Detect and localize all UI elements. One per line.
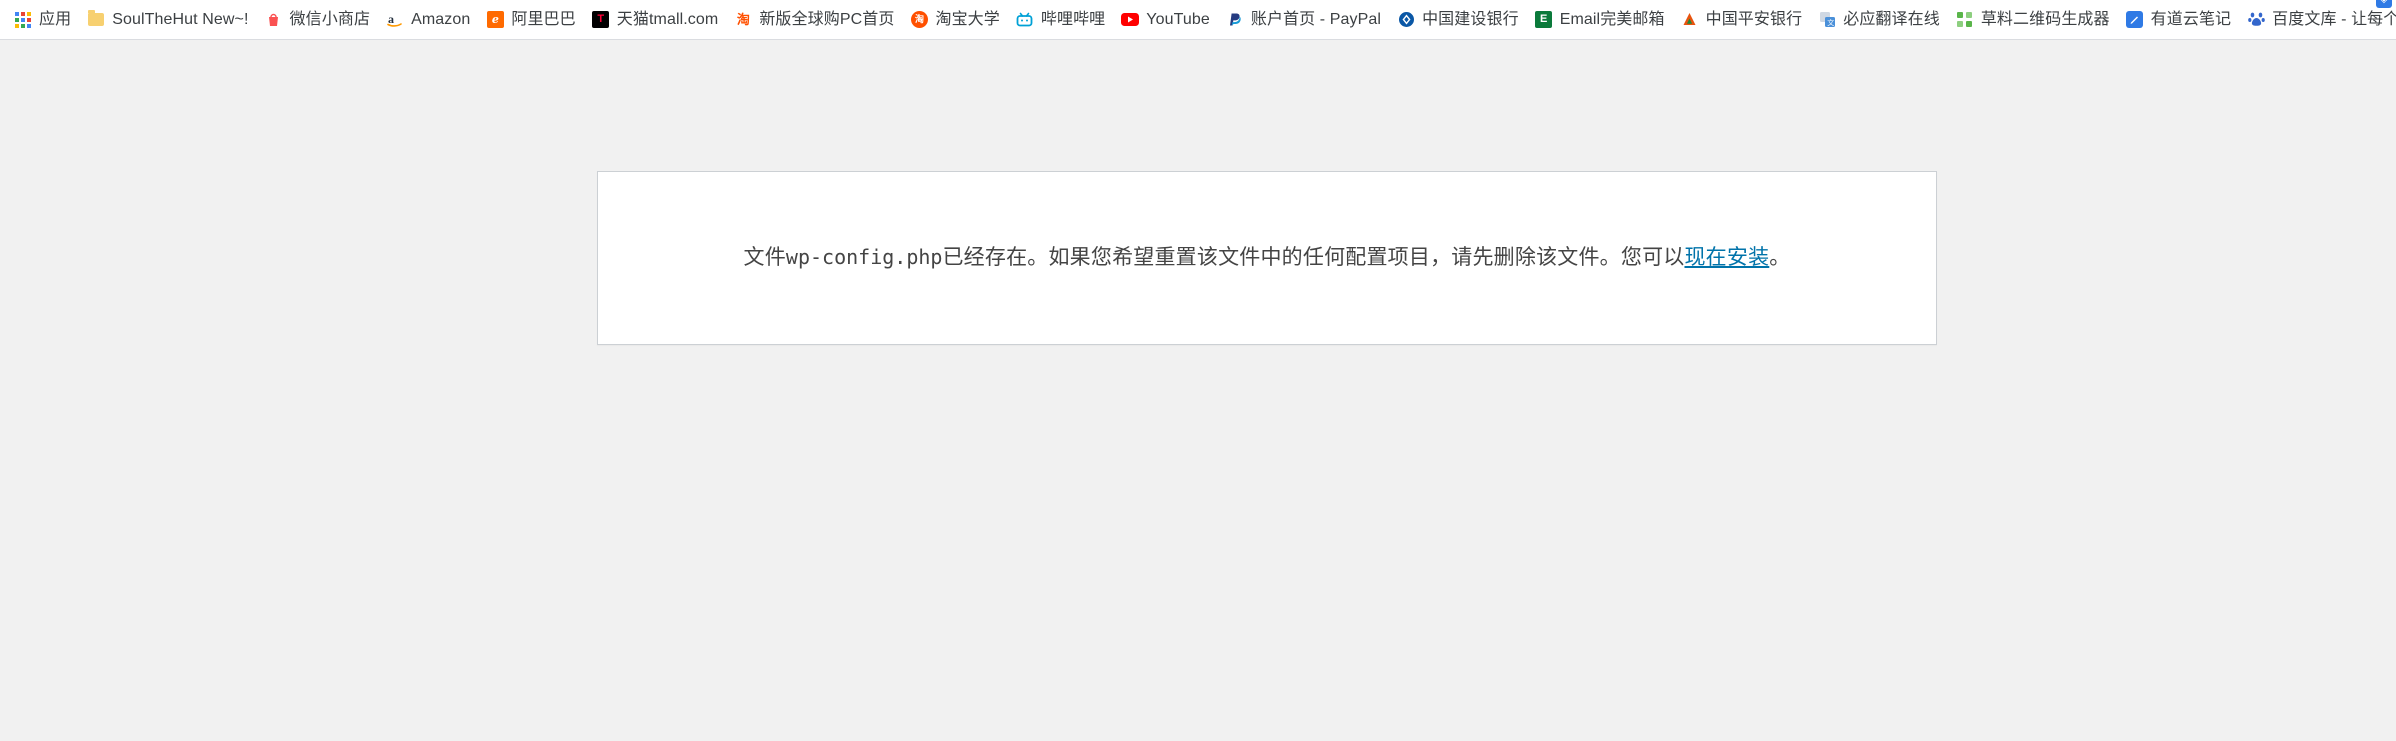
- bookmark-label: 百度文库 - 让每个...: [2272, 10, 2396, 28]
- svg-text:a: a: [388, 12, 394, 26]
- taobao-university-icon: 淘: [910, 11, 928, 29]
- bookmark-item[interactable]: 淘 淘宝大学: [902, 6, 1007, 34]
- bookmark-label: 中国建设银行: [1422, 10, 1519, 28]
- bookmark-label: 哔哩哔哩: [1040, 10, 1106, 28]
- message-prefix: 文件: [743, 245, 786, 270]
- bookmark-item[interactable]: 账户首页 - PayPal: [1218, 6, 1389, 34]
- page-viewport: 文件wp-config.php已经存在。如果您希望重置该文件中的任何配置项目，请…: [0, 40, 2396, 741]
- bookmark-label: 淘宝大学: [935, 10, 1000, 28]
- bookmark-label: 必应翻译在线: [1843, 10, 1940, 28]
- apps-grid-icon: [14, 11, 32, 29]
- baidu-wenku-icon: [2247, 11, 2265, 29]
- bookmark-label: 有道云笔记: [2150, 10, 2232, 28]
- pingan-bank-icon: [1681, 11, 1699, 29]
- bilibili-icon: [1016, 11, 1034, 29]
- amazon-icon: a: [386, 11, 404, 29]
- bookmark-label: 天猫tmall.com: [616, 10, 719, 28]
- bookmark-item[interactable]: 微信小商店: [257, 6, 379, 34]
- bookmark-label: 账户首页 - PayPal: [1250, 10, 1382, 28]
- qr-code-icon: [1956, 11, 1974, 29]
- extension-badge-glyph: ◈: [2380, 0, 2388, 5]
- bookmark-item[interactable]: 百度文库 - 让每个...: [2239, 6, 2396, 34]
- bing-translate-icon: 文: [1818, 11, 1836, 29]
- email-icon: E: [1535, 11, 1553, 29]
- bookmark-item[interactable]: 哔哩哔哩: [1008, 6, 1113, 34]
- bookmark-apps-label: 应用: [39, 10, 72, 28]
- bookmark-label: Email完美邮箱: [1559, 10, 1665, 28]
- youdao-note-icon: [2126, 11, 2144, 29]
- folder-icon: [87, 10, 105, 29]
- wechat-shop-icon: [265, 11, 283, 29]
- bookmark-item[interactable]: 有道云笔记: [2118, 6, 2240, 34]
- config-filename: wp-config.php: [785, 245, 943, 270]
- bookmark-item[interactable]: 文 必应翻译在线: [1810, 6, 1948, 34]
- alibaba-icon: e: [486, 11, 504, 29]
- bookmark-item[interactable]: 中国建设银行: [1389, 6, 1527, 34]
- wp-setup-message: 文件wp-config.php已经存在。如果您希望重置该文件中的任何配置项目，请…: [714, 241, 1821, 275]
- taobao-global-icon: 淘: [736, 12, 750, 27]
- bookmark-item[interactable]: SoulTheHut New~!: [79, 6, 256, 34]
- bookmark-item[interactable]: 中国平安银行: [1673, 6, 1811, 34]
- bookmark-item[interactable]: YouTube: [1113, 6, 1218, 34]
- bookmark-item[interactable]: e 阿里巴巴: [478, 6, 583, 34]
- bookmark-apps-shortcut[interactable]: 应用: [6, 6, 79, 34]
- paypal-icon: [1226, 11, 1244, 29]
- bookmark-label: YouTube: [1146, 10, 1210, 28]
- install-now-link[interactable]: 现在安装: [1684, 245, 1769, 269]
- ccb-icon: [1397, 11, 1415, 29]
- wp-setup-message-card: 文件wp-config.php已经存在。如果您希望重置该文件中的任何配置项目，请…: [597, 171, 1937, 345]
- bookmark-label: 草料二维码生成器: [1980, 10, 2110, 28]
- bookmark-item[interactable]: a Amazon: [378, 6, 478, 34]
- bookmark-item[interactable]: T 天猫tmall.com: [584, 6, 727, 34]
- extension-badge-icon[interactable]: ◈: [2376, 0, 2392, 8]
- bookmark-label: Amazon: [411, 10, 471, 28]
- bookmark-item[interactable]: 淘 新版全球购PC首页: [726, 6, 902, 34]
- bookmark-label: 新版全球购PC首页: [759, 10, 895, 28]
- bookmarks-bar[interactable]: 应用 SoulTheHut New~! 微信小商店 a Amazon e 阿里巴…: [0, 0, 2396, 40]
- youtube-icon: [1121, 11, 1140, 29]
- bookmark-label: 微信小商店: [289, 10, 371, 28]
- bookmark-item[interactable]: E Email完美邮箱: [1527, 6, 1673, 34]
- bookmark-label: 中国平安银行: [1705, 10, 1803, 28]
- bookmark-label: SoulTheHut New~!: [112, 10, 249, 28]
- svg-text:文: 文: [1827, 18, 1834, 27]
- message-middle: 已经存在。如果您希望重置该文件中的任何配置项目，请先删除该文件。您可以: [942, 245, 1685, 270]
- message-suffix: 。: [1769, 245, 1791, 270]
- bookmark-label: 阿里巴巴: [511, 10, 576, 28]
- bookmark-item[interactable]: 草料二维码生成器: [1948, 6, 2118, 34]
- tmall-icon: T: [592, 11, 610, 29]
